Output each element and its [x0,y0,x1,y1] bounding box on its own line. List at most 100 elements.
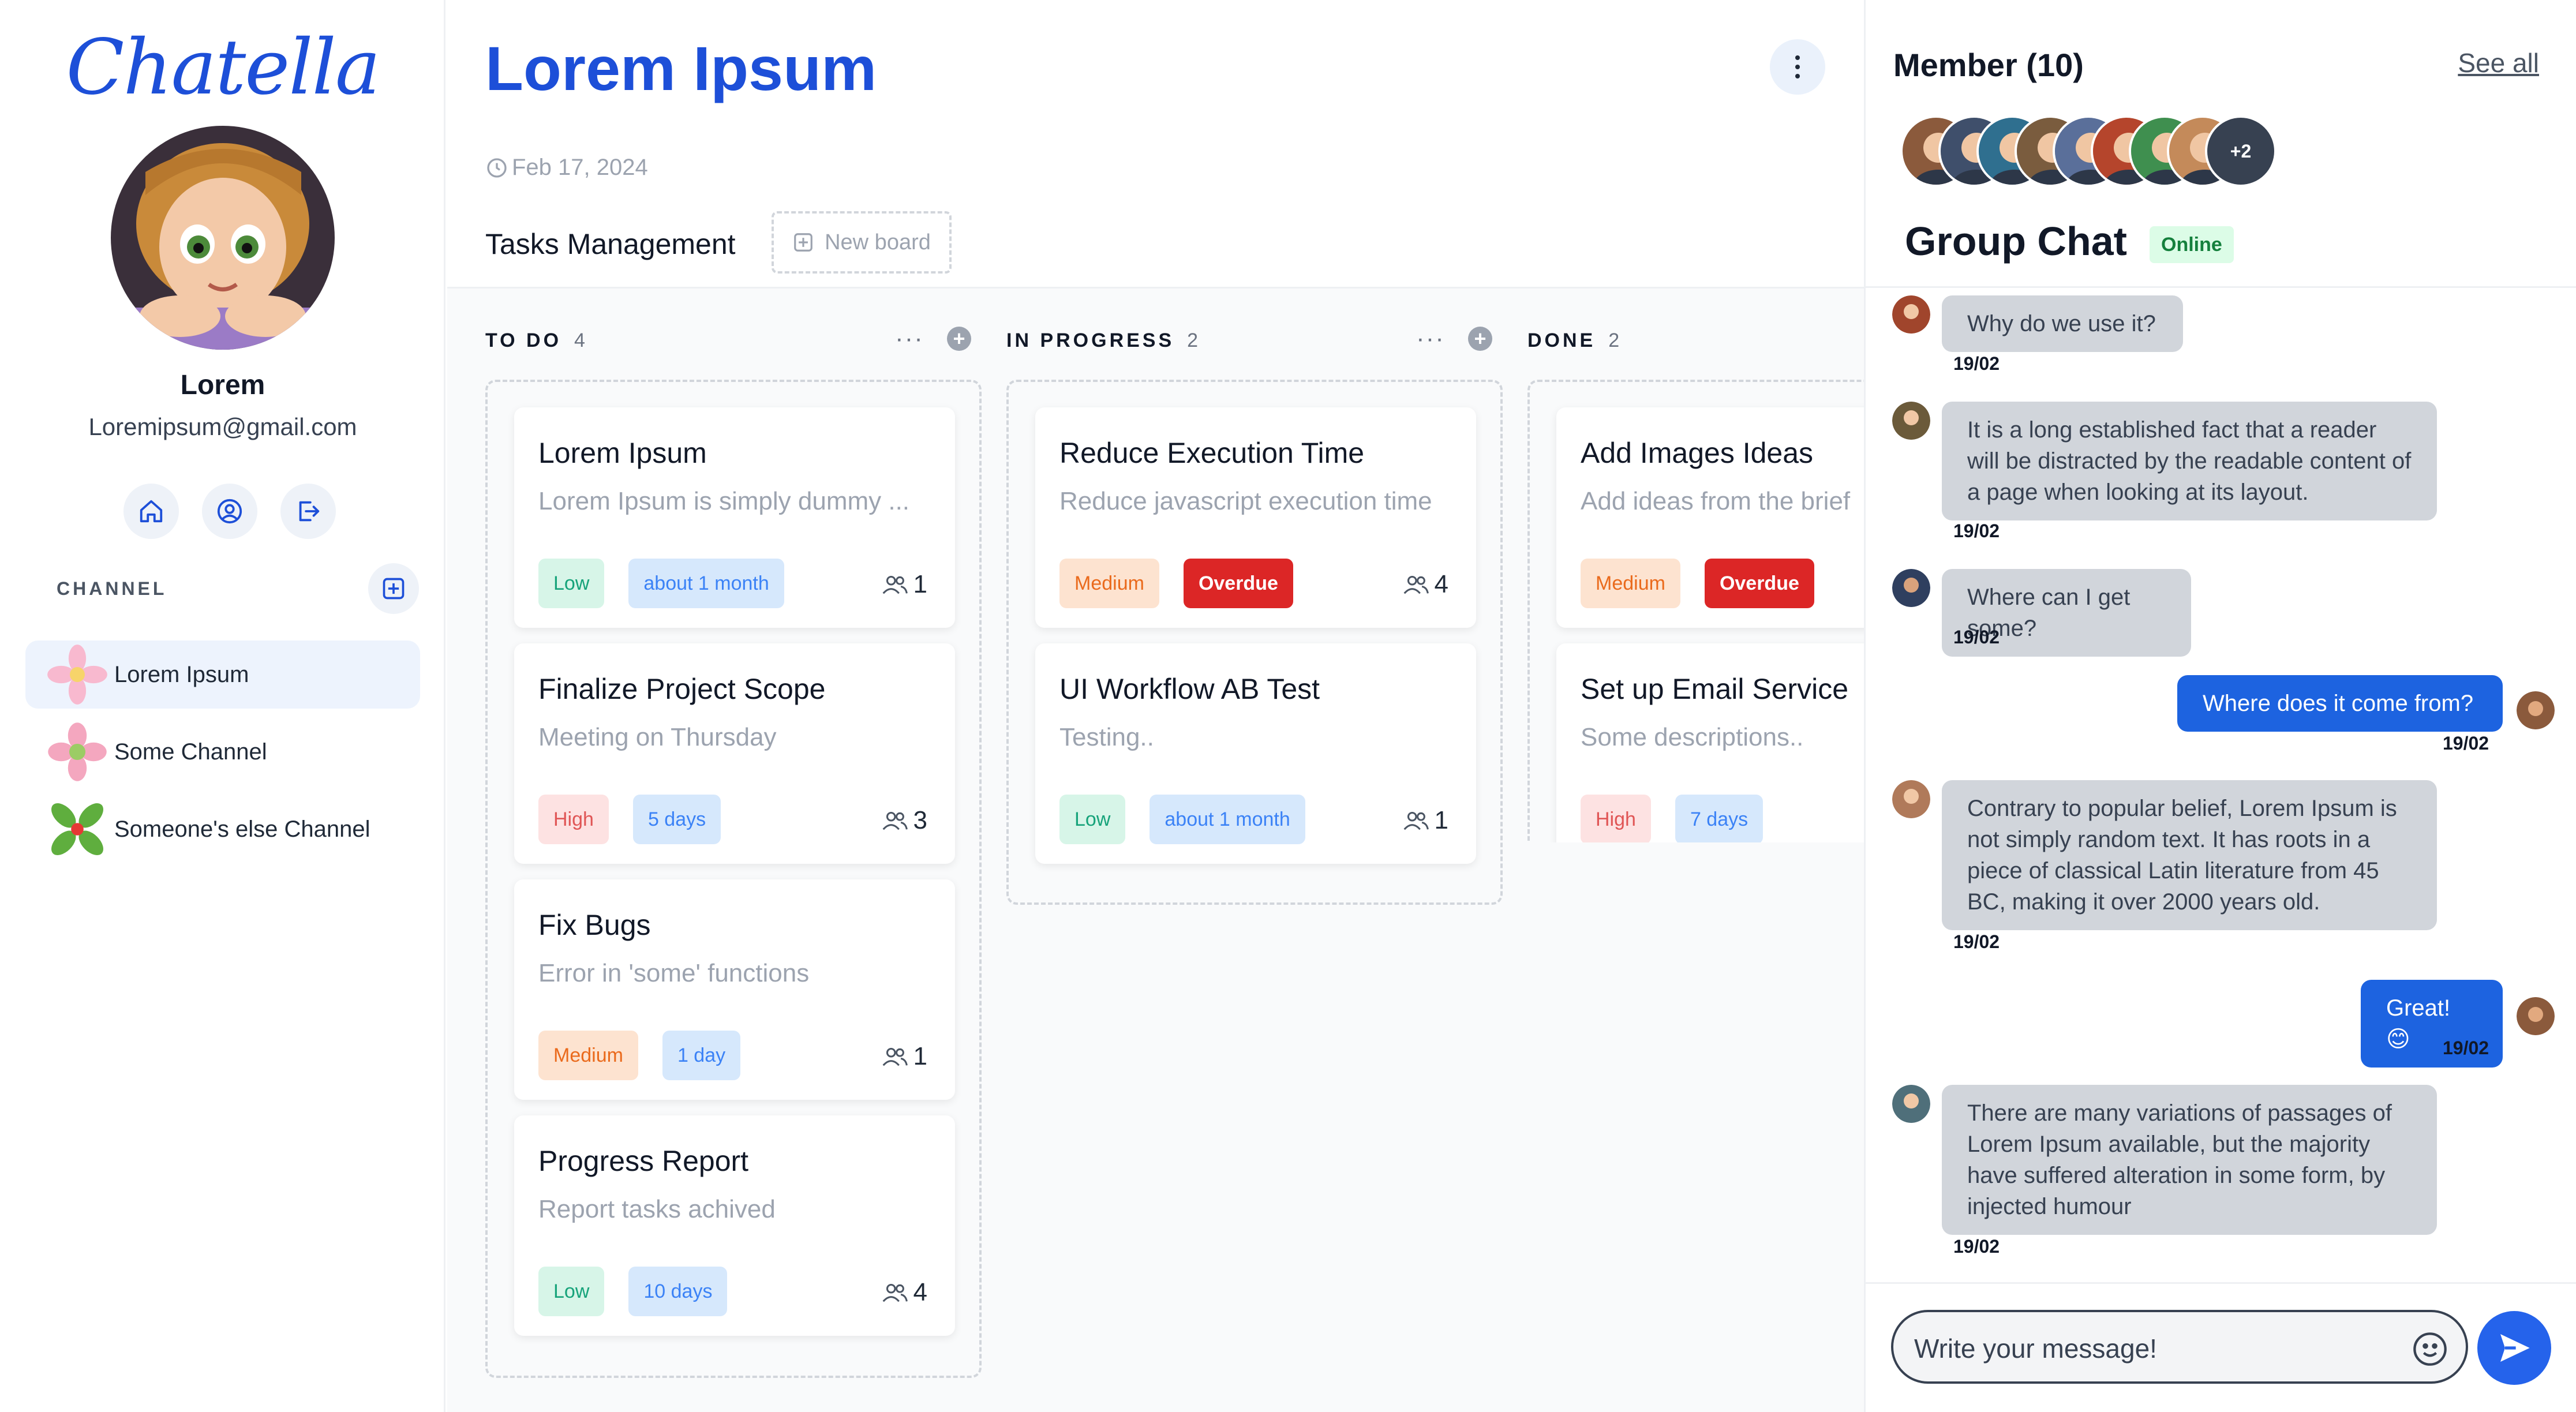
sender-avatar[interactable] [1892,780,1930,818]
users-icon [1403,575,1429,594]
column-more-icon[interactable]: ··· [1416,324,1445,353]
priority-tag: High [1581,795,1651,842]
group-chat-title: Group Chat [1905,219,2127,264]
pink-flower-icon [47,645,107,705]
users-icon [1403,811,1429,830]
more-options-button[interactable] [1770,39,1825,95]
task-card[interactable]: Add Images Ideas Add ideas from the brie… [1556,407,1864,628]
see-all-link[interactable]: See all [2458,47,2539,78]
member-count: 1 [913,1042,927,1070]
user-circle-icon[interactable] [202,484,257,539]
sender-avatar[interactable] [1892,295,1930,334]
message-bubble: There are many variations of passages of… [1942,1085,2437,1235]
column-count: 4 [574,329,585,351]
home-icon[interactable] [123,484,179,539]
task-title: Reduce Execution Time [1059,437,1365,469]
task-card[interactable]: Progress Report Report tasks achived Low… [514,1115,955,1336]
column-add-icon[interactable]: + [1468,327,1492,351]
column-more-icon[interactable]: ··· [895,324,924,353]
column-header: DONE 2 [1527,323,1619,358]
column-dropzone: Reduce Execution Time Reduce javascript … [1006,380,1503,905]
add-channel-button[interactable] [368,563,419,614]
channel-item-some-channel[interactable]: Some Channel [25,718,420,786]
priority-tag: Medium [1059,559,1159,608]
message-time: 19/02 [1953,353,2000,374]
task-description: Error in 'some' functions [538,959,810,987]
profile-email: Loremipsum@gmail.com [88,413,357,440]
member-avatar-stack[interactable]: +2 [1900,115,2277,187]
app-logo[interactable]: Chatella [0,23,445,112]
channel-list: Lorem Ipsum Some Channel Someone's else … [25,641,420,872]
message-bubble: Contrary to popular belief, Lorem Ipsum … [1942,780,2437,930]
task-card[interactable]: Fix Bugs Error in 'some' functions Mediu… [514,879,955,1100]
task-description: Add ideas from the brief [1581,487,1851,515]
due-tag: about 1 month [1150,795,1305,844]
column-count: 2 [1608,329,1620,351]
plus-square-icon [794,233,813,252]
green-flower-icon [51,803,103,855]
page-title: Lorem Ipsum [485,33,877,103]
task-title: UI Workflow AB Test [1059,673,1320,705]
emoji-icon[interactable] [2412,1331,2448,1368]
task-title: Lorem Ipsum [538,437,707,469]
channel-item-lorem-ipsum[interactable]: Lorem Ipsum [25,641,420,709]
clock-icon [487,158,507,178]
due-tag: 10 days [628,1267,728,1316]
profile-name: Lorem [180,370,265,400]
task-card[interactable]: Reduce Execution Time Reduce javascript … [1035,407,1476,628]
board-header: Lorem Ipsum Feb 17, 2024 Tasks Managemen… [447,0,1864,289]
sender-avatar[interactable] [2517,997,2555,1035]
column-add-icon[interactable]: + [947,327,971,351]
task-title: Finalize Project Scope [538,673,826,705]
column-header: IN PROGRESS 2 [1006,323,1198,358]
due-tag: 1 day [662,1031,741,1080]
sender-avatar[interactable] [1892,569,1930,607]
member-count-title: Member (10) [1893,47,2084,83]
pink-flower-icon [48,722,107,781]
priority-tag: Medium [1581,559,1680,608]
message-time: 19/02 [1953,627,2000,647]
channel-name: Lorem Ipsum [114,661,249,687]
profile-avatar[interactable] [111,126,335,350]
quick-actions [123,484,377,539]
logout-icon[interactable] [280,484,336,539]
users-icon [882,1283,908,1302]
priority-tag: Low [538,1267,605,1316]
task-title: Fix Bugs [538,909,651,941]
due-tag: 5 days [632,795,721,844]
more-members-badge[interactable]: +2 [2205,115,2277,187]
chat-panel: Member (10) See all +2 Group Chat Online… [1864,0,2576,1412]
main-board-area: Lorem Ipsum Feb 17, 2024 Tasks Managemen… [447,0,1864,1412]
channel-section-label: CHANNEL [57,578,167,599]
member-count: 1 [1434,806,1448,834]
priority-tag: Low [538,559,605,608]
send-button[interactable] [2477,1311,2551,1385]
sender-avatar[interactable] [1892,1085,1930,1123]
message-time: 19/02 [1953,1236,2000,1257]
sender-avatar[interactable] [2517,691,2555,729]
task-card[interactable]: Lorem Ipsum Lorem Ipsum is simply dummy … [514,407,955,628]
sender-avatar[interactable] [1892,402,1930,440]
overdue-tag: Overdue [1183,559,1293,608]
divider [1866,1282,2576,1284]
message-input[interactable] [1914,1328,2387,1369]
message-bubble: Where does it come from? [2177,675,2503,732]
new-board-label: New board [825,230,931,254]
board-date: Feb 17, 2024 [485,155,648,181]
column-title: DONE [1527,329,1596,351]
task-card[interactable]: UI Workflow AB Test Testing.. Low about … [1035,643,1476,864]
board-date-text: Feb 17, 2024 [512,155,648,180]
priority-tag: High [538,795,609,844]
task-card[interactable]: Finalize Project Scope Meeting on Thursd… [514,643,955,864]
status-badge: Online [2150,226,2234,263]
task-card[interactable]: Set up Email Service Some descriptions..… [1556,643,1864,842]
new-board-button[interactable]: New board [772,211,952,274]
member-count: 1 [913,570,927,598]
due-tag: about 1 month [628,559,784,608]
member-count: 3 [913,806,927,834]
channel-name: Someone's else Channel [114,816,370,842]
column-count: 2 [1187,329,1199,351]
channel-item-someones-else-channel[interactable]: Someone's else Channel [25,795,420,863]
column-title: TO DO [485,329,562,351]
task-description: Reduce javascript execution time [1059,487,1432,515]
